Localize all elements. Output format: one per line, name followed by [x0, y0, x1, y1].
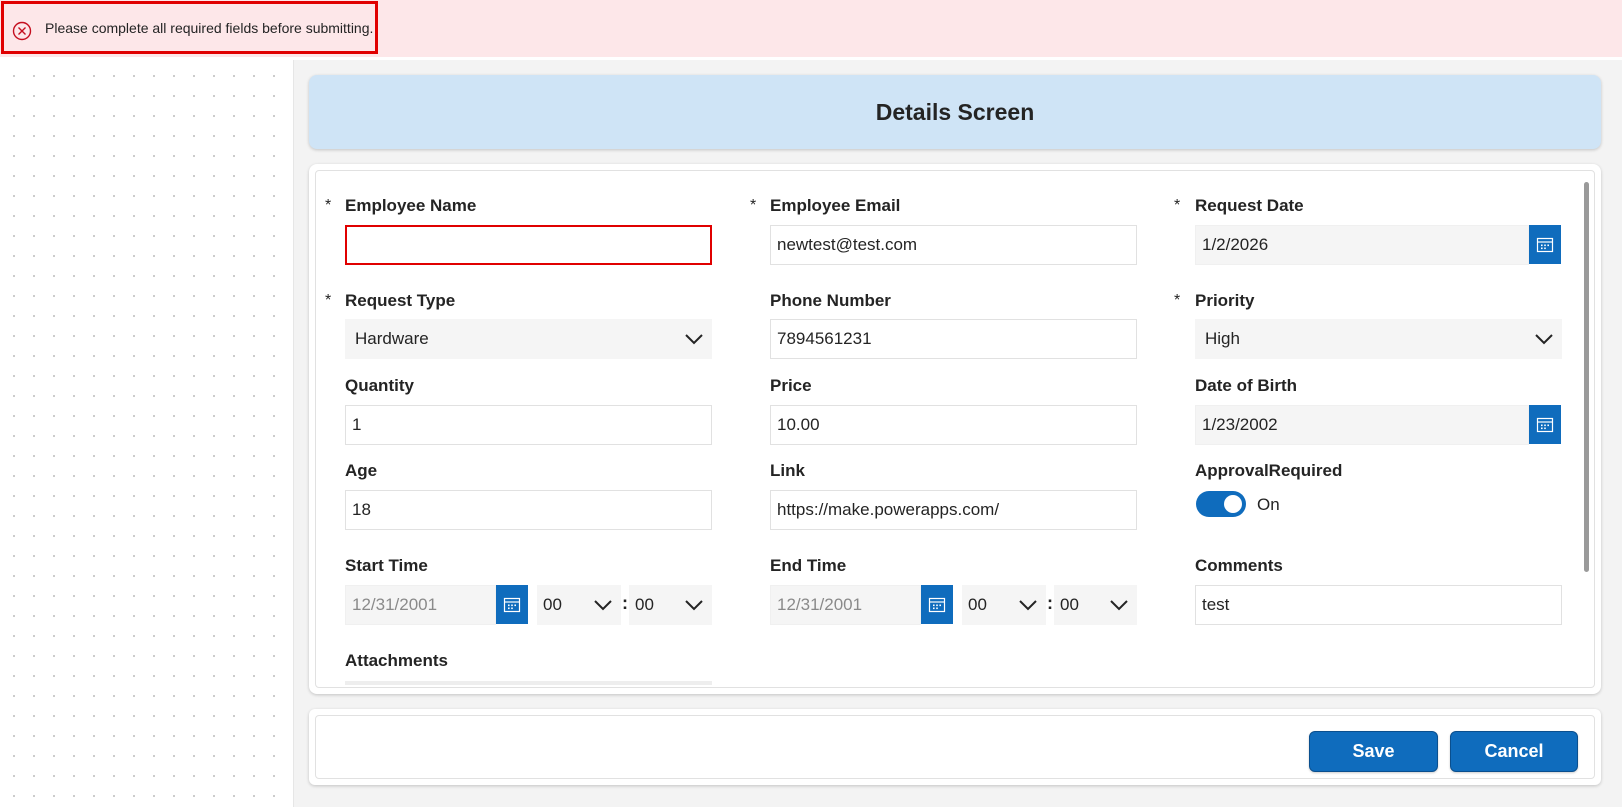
required-marker: *: [325, 292, 332, 309]
chevron-down-icon: [1019, 600, 1037, 611]
error-message-box: Please complete all required fields befo…: [1, 1, 378, 54]
employee-email-input[interactable]: newtest@test.com: [770, 225, 1137, 265]
request-date-label: Request Date: [1195, 196, 1304, 215]
priority-dropdown[interactable]: High: [1195, 319, 1562, 359]
calendar-icon: [503, 597, 521, 612]
date-of-birth-input[interactable]: 1/23/2002: [1195, 405, 1529, 445]
start-time-minute-value: 00: [635, 595, 654, 614]
calendar-icon: [1536, 237, 1554, 252]
age-label: Age: [345, 461, 378, 480]
attachments-control[interactable]: [345, 681, 712, 685]
required-marker: *: [1174, 292, 1181, 309]
attachments-label: Attachments: [345, 651, 448, 670]
chevron-down-icon: [594, 600, 612, 611]
comments-label: Comments: [1195, 556, 1283, 575]
date-of-birth-calendar-button[interactable]: [1529, 405, 1561, 444]
approval-required-label: ApprovalRequired: [1195, 461, 1343, 480]
request-date-input[interactable]: 1/2/2026: [1195, 225, 1529, 265]
save-button[interactable]: Save: [1309, 731, 1438, 772]
priority-value: High: [1205, 329, 1240, 348]
request-type-dropdown[interactable]: Hardware: [345, 319, 712, 359]
phone-number-input[interactable]: 7894561231: [770, 319, 1137, 359]
calendar-icon: [1536, 417, 1554, 432]
approval-required-toggle[interactable]: [1196, 491, 1246, 517]
comments-input[interactable]: test: [1195, 585, 1562, 625]
link-label: Link: [770, 461, 805, 480]
error-circle-x-icon: [12, 21, 32, 41]
required-marker: *: [750, 197, 757, 214]
phone-number-label: Phone Number: [770, 291, 891, 310]
price-input[interactable]: 10.00: [770, 405, 1137, 445]
error-banner: Please complete all required fields befo…: [0, 0, 1622, 57]
request-type-value: Hardware: [355, 329, 429, 348]
start-time-hour-value: 00: [543, 595, 562, 614]
required-marker: *: [325, 197, 332, 214]
end-time-date-input[interactable]: 12/31/2001: [770, 585, 921, 625]
toggle-knob: [1224, 495, 1242, 513]
required-marker: *: [1174, 197, 1181, 214]
page-title: Details Screen: [875, 98, 1035, 125]
cancel-button[interactable]: Cancel: [1450, 731, 1578, 772]
employee-email-label: Employee Email: [770, 196, 901, 215]
date-of-birth-label: Date of Birth: [1195, 376, 1297, 395]
start-time-label: Start Time: [345, 556, 428, 575]
time-separator: :: [1047, 593, 1053, 613]
start-time-date-input[interactable]: 12/31/2001: [345, 585, 496, 625]
error-message-text: Please complete all required fields befo…: [45, 20, 374, 36]
chevron-down-icon: [685, 600, 703, 611]
priority-label: Priority: [1195, 291, 1255, 310]
quantity-label: Quantity: [345, 376, 414, 395]
time-separator: :: [622, 593, 628, 613]
end-time-hour-value: 00: [968, 595, 987, 614]
age-input[interactable]: 18: [345, 490, 712, 530]
end-time-minute-dropdown[interactable]: 00: [1054, 585, 1137, 625]
calendar-icon: [928, 597, 946, 612]
chevron-down-icon: [1535, 334, 1553, 345]
end-time-minute-value: 00: [1060, 595, 1079, 614]
link-input[interactable]: https://make.powerapps.com/: [770, 490, 1137, 530]
employee-name-label: Employee Name: [345, 196, 477, 215]
end-time-label: End Time: [770, 556, 847, 575]
end-time-calendar-button[interactable]: [921, 585, 953, 624]
request-type-label: Request Type: [345, 291, 456, 310]
chevron-down-icon: [685, 334, 703, 345]
employee-name-input[interactable]: [345, 225, 712, 265]
header-card: Details Screen: [309, 75, 1601, 149]
start-time-hour-dropdown[interactable]: 00: [537, 585, 621, 625]
start-time-calendar-button[interactable]: [496, 585, 528, 624]
quantity-input[interactable]: 1: [345, 405, 712, 445]
price-label: Price: [770, 376, 812, 395]
form-scrollbar[interactable]: [1584, 182, 1589, 572]
chevron-down-icon: [1110, 600, 1128, 611]
request-date-calendar-button[interactable]: [1529, 225, 1561, 264]
end-time-hour-dropdown[interactable]: 00: [962, 585, 1046, 625]
approval-required-state: On: [1257, 495, 1280, 514]
start-time-minute-dropdown[interactable]: 00: [629, 585, 712, 625]
